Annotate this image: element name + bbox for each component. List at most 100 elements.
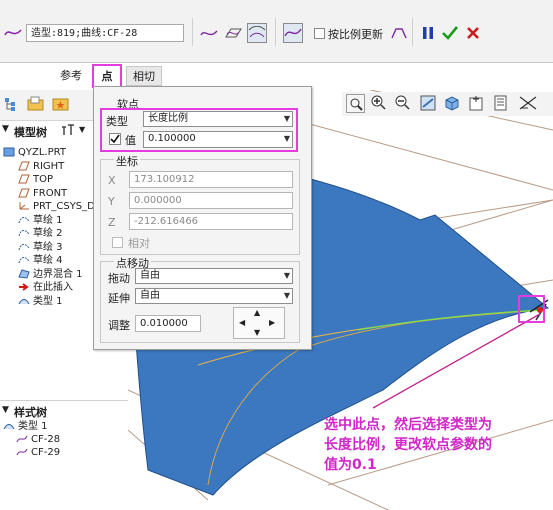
type-label: 类型 [106,115,128,128]
nudge-left-icon[interactable]: ◀ [239,318,245,327]
type-dropdown[interactable]: 长度比例 ▼ [143,111,293,127]
divider [0,400,128,401]
curve-icon[interactable] [4,24,22,42]
saved-views-icon[interactable] [467,94,487,115]
planar-curve-icon[interactable] [223,23,243,43]
datum-plane-icon [18,174,30,184]
z-field[interactable]: -212.616466 [129,213,293,230]
tree-item-label: TOP [33,174,54,185]
tree-item-label: 类型 1 [33,295,63,307]
collapse-icon[interactable]: ▼ [2,124,9,134]
model-tree-title: 模型树 [14,126,47,139]
chevron-down-icon: ▼ [283,291,290,300]
free-curve-icon[interactable] [199,23,219,43]
extend-dropdown[interactable]: 自由 ▼ [135,288,293,304]
value-combo[interactable]: 0.100000 ▼ [143,131,293,148]
type-dropdown-value: 长度比例 [148,113,188,124]
layer-icon[interactable] [492,94,512,115]
display-style-icon[interactable] [443,94,461,115]
datum-plane-icon [18,188,30,198]
tree-item-label: QYZL.PRT [18,147,66,158]
pause-icon[interactable] [418,23,438,43]
insert-arrow-icon [18,282,30,292]
sketch-icon [18,255,30,265]
annotation-line-3: 值为0.1 [324,457,377,473]
tree-item[interactable]: 类型 1 [18,295,63,308]
tab-tangent[interactable]: 相切 [126,66,162,86]
style-tree-list: 类型 1 CF-28 CF-29 [0,420,128,465]
cos-curve-icon[interactable] [247,23,267,43]
relative-checkbox[interactable] [112,237,123,248]
tree-item[interactable]: RIGHT [18,160,64,173]
tab-references[interactable]: 参考 [52,66,90,86]
tree-item-label: RIGHT [33,160,65,172]
value-input[interactable]: 0.100000 [148,133,196,144]
annotation-text: 选中此点，然后选择类型为 长度比例，更改软点参数的 值为0.1 [324,415,548,475]
style-tree-item[interactable]: 类型 1 [3,420,48,433]
nudge-up-icon[interactable]: ▲ [254,308,260,317]
tree-item-label: 边界混合 1 [33,268,83,280]
style-tree-item[interactable]: CF-28 [16,433,60,446]
value-label: 值 [125,134,136,147]
zoom-in-icon[interactable] [370,94,386,115]
chevron-down-icon: ▼ [283,114,290,123]
tree-item[interactable]: 在此插入 [18,281,73,294]
curve-edit-icon[interactable] [389,23,409,43]
tree-item[interactable]: 草绘 1 [18,214,63,227]
tree-item[interactable]: 边界混合 1 [18,268,83,281]
view-toolbar [342,92,553,116]
value-checkbox[interactable] [109,133,121,145]
proportional-update-checkbox[interactable] [314,28,325,39]
chevron-down-icon: ▼ [283,134,290,143]
curvature-icon[interactable] [283,23,303,43]
zoom-out-icon[interactable] [394,94,410,115]
sketch-icon [18,242,30,252]
folder-browser-icon[interactable] [27,96,45,115]
tree-item[interactable]: PRT_CSYS_D [18,200,95,213]
curve-icon [16,447,28,457]
chevron-down-icon: ▼ [283,271,290,280]
y-field[interactable]: 0.000000 [129,192,293,209]
toolbar-separator [192,18,193,46]
tree-item[interactable]: FRONT [18,187,67,200]
proportional-update-label: 按比例更新 [328,28,383,41]
sketch-icon [18,228,30,238]
curve-icon [16,434,28,444]
extend-dropdown-value: 自由 [140,290,160,301]
selected-curve-field[interactable]: 造型:819;曲线:CF-28 [26,24,184,42]
repaint-icon[interactable] [419,94,437,115]
tree-item[interactable]: 草绘 2 [18,227,63,240]
drag-dropdown[interactable]: 自由 ▼ [135,268,293,284]
style-tree-item[interactable]: CF-29 [16,446,60,459]
x-field[interactable]: 173.100912 [129,171,293,188]
x-label: X [108,174,116,187]
style-tree-item-label: 类型 1 [18,421,48,432]
tree-item[interactable]: 草绘 3 [18,241,63,254]
tree-item-label: 草绘 4 [33,255,63,266]
tree-item[interactable]: TOP [18,173,53,186]
chevron-down-icon[interactable]: ▼ [79,125,85,134]
collapse-icon[interactable]: ▼ [2,405,9,415]
tree-item[interactable]: QYZL.PRT [3,146,66,159]
model-tree-tab-icon[interactable] [4,96,20,115]
part-icon [3,147,15,157]
csys-icon [18,201,30,211]
favorites-icon[interactable] [52,96,70,115]
datum-display-icon[interactable] [518,94,540,115]
adjust-field[interactable]: 0.010000 [135,315,201,332]
tree-item-label: 草绘 3 [33,241,63,253]
nudge-right-icon[interactable]: ▶ [269,318,275,327]
style-feature-icon [18,296,30,306]
drag-dropdown-value: 自由 [140,270,160,281]
style-tree-title: 样式树 [14,406,47,419]
tree-item[interactable]: 草绘 4 [18,254,63,267]
style-toolbar: 造型:819;曲线:CF-28 按比例更新 [0,0,553,63]
nudge-down-icon[interactable]: ▼ [254,328,260,337]
cancel-icon[interactable] [463,23,483,43]
annotation-line-2: 长度比例，更改软点参数的 [324,437,492,453]
confirm-icon[interactable] [440,23,460,43]
refit-icon[interactable] [346,94,365,113]
datum-plane-icon [18,161,30,171]
tab-point[interactable]: 点 [92,64,122,88]
tree-settings-icon[interactable] [60,123,76,140]
